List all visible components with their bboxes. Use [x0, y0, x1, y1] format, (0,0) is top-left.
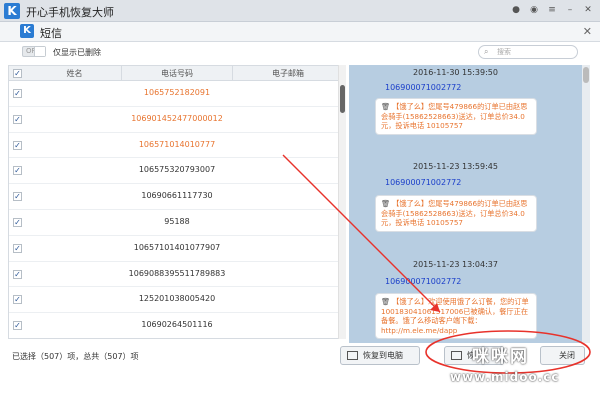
- computer-icon: [347, 351, 358, 360]
- row-phone: 1065752182091: [143, 88, 211, 97]
- message-bubble: 🗑 【饿了么】您尾号479866的订单已由赵思会骑手(15862528663)送达…: [375, 98, 537, 135]
- message-bubble: 🗑 【饿了么】欢迎使用饿了么订餐，您的订单10018304106151​7006已…: [375, 293, 537, 339]
- row-phone: 125201038005420: [138, 294, 216, 304]
- table-scroll-thumb[interactable]: [340, 85, 345, 113]
- message-sender: 1069000710027​72: [385, 277, 462, 286]
- row-checkbox[interactable]: ✓: [13, 269, 22, 279]
- message-text: 【饿了么】您尾号479866的订单已由赵思会骑手(15862528663)送达，…: [381, 199, 528, 227]
- contacts-table: ✓ 姓名 电话号码 电子邮箱 ✓ 1065752182091 ✓ 1069014524…: [8, 65, 346, 339]
- message-scrollbar[interactable]: [582, 65, 590, 343]
- restore-to-pc-button[interactable]: 恢复到电脑: [340, 346, 420, 365]
- trash-icon[interactable]: 🗑: [381, 102, 390, 111]
- sms-window-title: 短信: [40, 27, 62, 40]
- watermark-brand: 咪咪网: [472, 347, 529, 367]
- table-row[interactable]: ✓ 106901452477000012: [9, 107, 345, 133]
- search-box[interactable]: ⌕: [478, 45, 578, 59]
- chat-icon[interactable]: ◉: [528, 4, 540, 16]
- table-rows: ✓ 1065752182091 ✓ 106901452477000012 ✓ 106571…: [9, 81, 345, 338]
- message-date: 2015-11-23 13:59:45: [413, 162, 498, 171]
- trash-icon[interactable]: 🗑: [381, 199, 390, 208]
- close-icon[interactable]: ✕: [582, 4, 594, 16]
- table-row[interactable]: ✓ 106575320793007: [9, 158, 345, 185]
- close-button[interactable]: 关闭: [540, 346, 585, 365]
- row-phone: 10690661117730: [141, 191, 213, 201]
- header-email: 电子邮箱: [272, 69, 304, 78]
- search-input[interactable]: [497, 47, 572, 57]
- wechat-icon[interactable]: ●: [510, 4, 522, 16]
- message-date: 2015-11-23 13:04:37: [413, 260, 498, 269]
- row-checkbox[interactable]: ✓: [13, 243, 22, 253]
- row-checkbox[interactable]: ✓: [13, 295, 22, 305]
- row-checkbox[interactable]: ✓: [13, 217, 22, 227]
- phone-icon: [451, 351, 462, 360]
- message-date: 2016-11-30 15:39:50: [413, 68, 498, 77]
- row-phone: 106575320793007: [138, 165, 216, 175]
- table-row[interactable]: ✓ 10657101401077907: [9, 236, 345, 262]
- message-sender: 1069000710027​72: [385, 83, 462, 92]
- sms-window-header: K 短信 ✕: [0, 22, 600, 42]
- select-all-checkbox[interactable]: ✓: [13, 69, 22, 78]
- row-checkbox[interactable]: ✓: [13, 192, 22, 202]
- message-sender: 1069000710027​72: [385, 178, 462, 187]
- search-icon: ⌕: [484, 47, 489, 56]
- row-checkbox[interactable]: ✓: [13, 89, 22, 98]
- row-phone: 10657101401077907: [133, 242, 221, 252]
- table-row[interactable]: ✓ 125201038005420: [9, 287, 345, 314]
- app-title: 开心手机恢复大师: [26, 6, 114, 19]
- selection-status: 已选择（507）项，总共（507）项: [12, 352, 139, 361]
- table-row[interactable]: ✓ 10690264501116: [9, 313, 345, 338]
- row-phone: 95188: [164, 216, 190, 226]
- header-phone: 电话号码: [161, 69, 193, 78]
- row-phone: 106901452477000012: [131, 113, 223, 123]
- table-row[interactable]: ✓ 95188: [9, 210, 345, 236]
- table-row[interactable]: ✓ 10690661117730: [9, 184, 345, 210]
- message-text: 【饿了么】您尾号479866的订单已由赵思会骑手(15862528663)送达，…: [381, 102, 528, 130]
- message-scroll-thumb[interactable]: [583, 67, 589, 83]
- window-close-icon[interactable]: ✕: [583, 25, 592, 38]
- row-checkbox[interactable]: ✓: [13, 114, 22, 124]
- sms-logo-icon: K: [20, 24, 34, 38]
- table-row[interactable]: ✓ 106571014010777: [9, 133, 345, 159]
- table-header: ✓ 姓名 电话号码 电子邮箱: [9, 66, 345, 81]
- app-titlebar: K 开心手机恢复大师 ● ◉ ≡ – ✕: [0, 0, 600, 22]
- message-bubble: 🗑 【饿了么】您尾号479866的订单已由赵思会骑手(15862528663)送达…: [375, 195, 537, 232]
- message-text: 【饿了么】欢迎使用饿了么订餐，您的订单10018304106151​7006已被…: [381, 297, 529, 335]
- row-phone: 106571014010777: [138, 139, 216, 149]
- row-checkbox[interactable]: ✓: [13, 140, 22, 150]
- table-scrollbar[interactable]: [338, 65, 346, 339]
- row-checkbox[interactable]: ✓: [13, 321, 22, 331]
- trash-icon[interactable]: 🗑: [381, 297, 390, 306]
- table-row[interactable]: ✓ 1065752182091: [9, 81, 345, 107]
- menu-icon[interactable]: ≡: [546, 4, 558, 16]
- message-panel: 2016-11-30 15:39:50 1069000710027​72 🗑 【饿…: [349, 65, 590, 343]
- header-name: 姓名: [66, 69, 83, 78]
- minimize-icon[interactable]: –: [564, 4, 576, 16]
- toolbar: OFF 仅显示已删除 ⌕: [0, 42, 600, 62]
- row-phone: 1069088395511789883: [128, 268, 226, 278]
- app-logo-icon: K: [4, 3, 20, 19]
- row-checkbox[interactable]: ✓: [13, 166, 22, 176]
- show-deleted-toggle[interactable]: OFF: [22, 46, 46, 57]
- row-phone: 10690264501116: [141, 320, 213, 330]
- table-row[interactable]: ✓ 1069088395511789883: [9, 262, 345, 288]
- show-deleted-label: 仅显示已删除: [53, 48, 101, 57]
- watermark-url: www.midoo.cc: [450, 370, 560, 384]
